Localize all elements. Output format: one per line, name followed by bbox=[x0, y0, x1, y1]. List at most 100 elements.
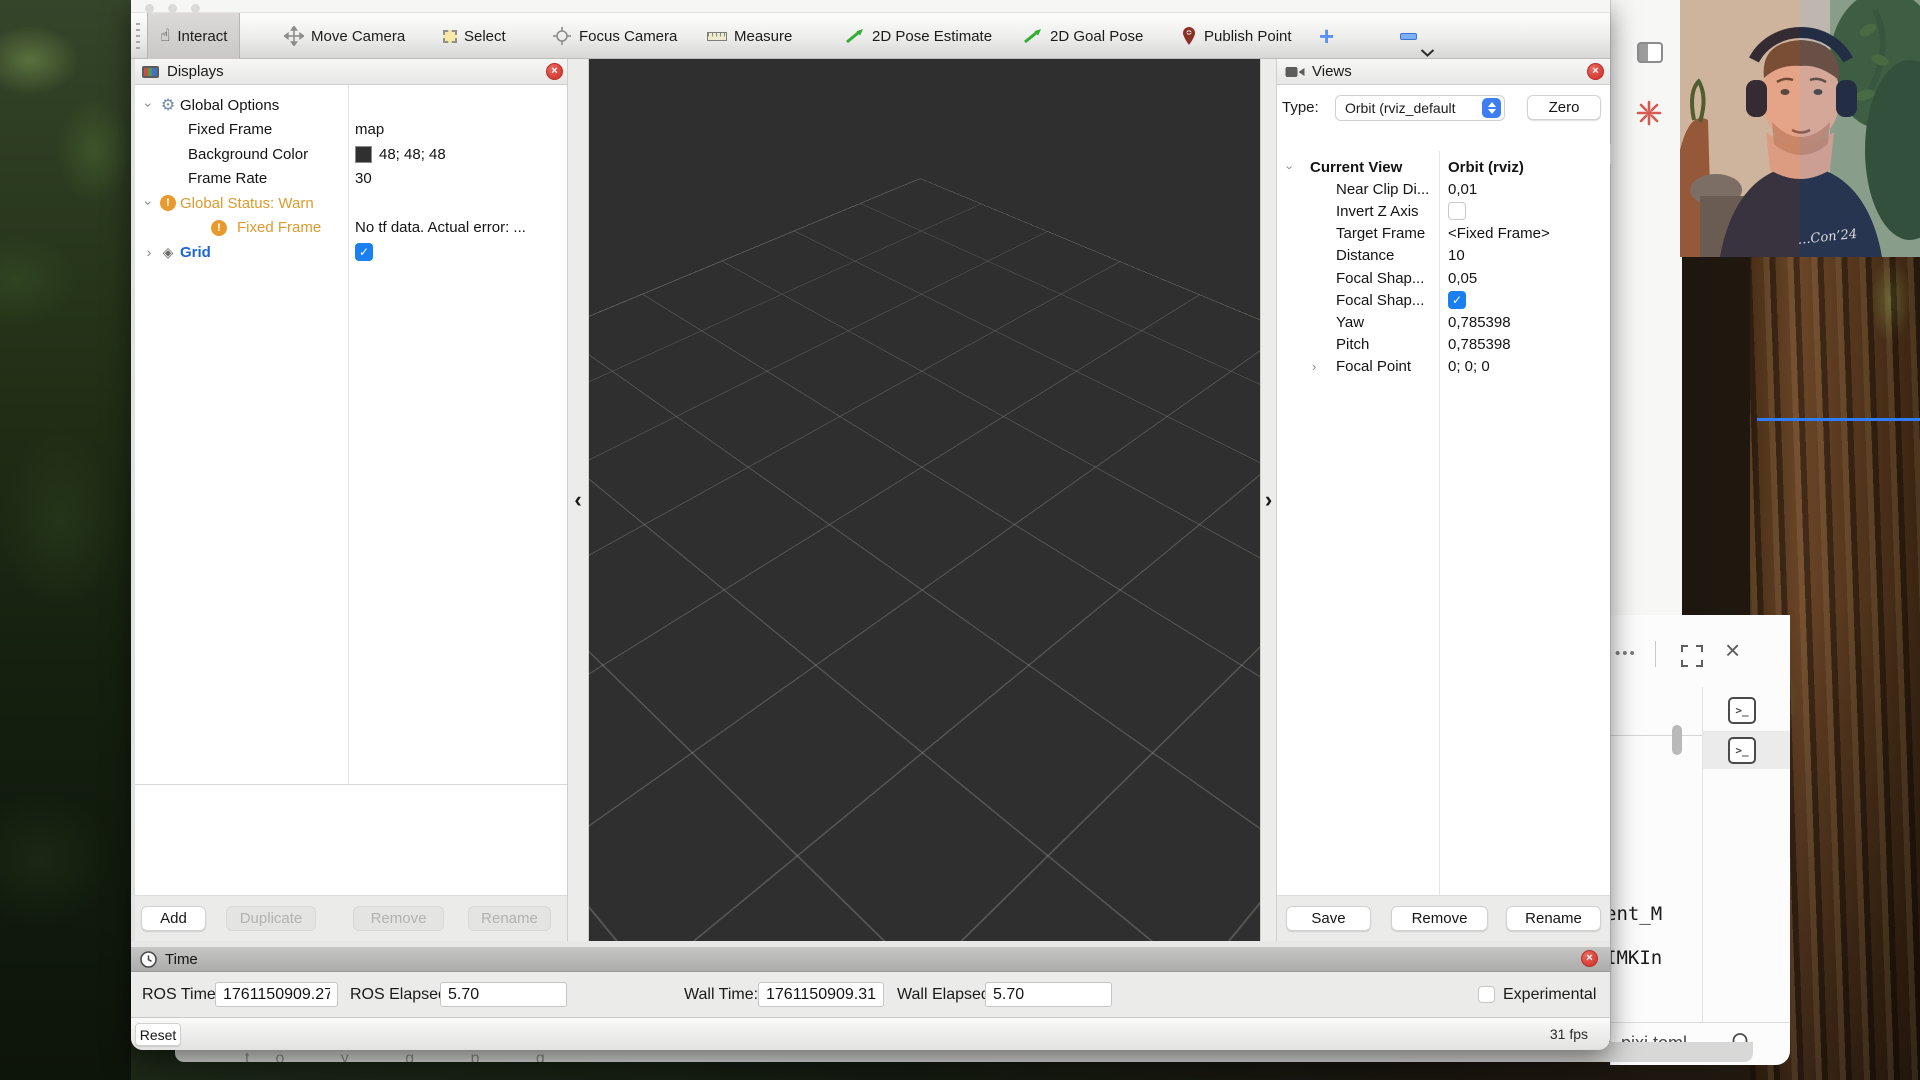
more-actions-icon[interactable]: ••• bbox=[1615, 645, 1637, 662]
reset-button[interactable]: Reset bbox=[135, 1023, 181, 1046]
tool-focus-camera[interactable]: Focus Camera bbox=[540, 13, 689, 59]
tree-row-distance[interactable]: Distance 10 bbox=[1277, 245, 1610, 267]
layout-icon[interactable] bbox=[1637, 42, 1663, 63]
wall-elapsed-input[interactable] bbox=[985, 982, 1112, 1007]
tool-interact[interactable]: ☝ Interact bbox=[147, 13, 240, 59]
row-value[interactable]: <Fixed Frame> bbox=[1448, 225, 1550, 242]
tree-row-fixed-frame[interactable]: Fixed Frame map bbox=[135, 118, 567, 143]
row-value[interactable]: 0; 0; 0 bbox=[1448, 358, 1490, 375]
row-value[interactable] bbox=[1448, 202, 1466, 220]
starburst-icon[interactable] bbox=[1635, 99, 1663, 127]
ros-time-input[interactable] bbox=[215, 982, 338, 1007]
background-window-accent-line bbox=[1757, 418, 1920, 421]
remove-tool-button[interactable] bbox=[1400, 33, 1417, 40]
clipped-text-tops: to y g p g bbox=[245, 1050, 571, 1062]
fullscreen-icon[interactable] bbox=[1679, 643, 1705, 669]
ros-elapsed-input[interactable] bbox=[440, 982, 567, 1007]
scrollbar-thumb[interactable] bbox=[1672, 725, 1682, 755]
tree-row-near-clip[interactable]: Near Clip Di... 0,01 bbox=[1277, 178, 1610, 200]
checkbox-checked[interactable]: ✓ bbox=[1448, 291, 1466, 309]
tree-row-global-status[interactable]: › ! Global Status: Warn bbox=[135, 191, 567, 216]
row-value[interactable]: 48; 48; 48 bbox=[355, 146, 446, 163]
row-label: Invert Z Axis bbox=[1336, 203, 1419, 220]
row-value[interactable]: 30 bbox=[355, 170, 372, 187]
row-value[interactable]: ✓ bbox=[1448, 291, 1466, 309]
tool-2d-pose-estimate[interactable]: 2D Pose Estimate bbox=[833, 13, 1004, 59]
tree-row-fixed-frame-warning[interactable]: ! Fixed Frame No tf data. Actual error: … bbox=[135, 216, 567, 241]
row-value[interactable]: 10 bbox=[1448, 247, 1465, 264]
view-type-dropdown[interactable]: Orbit (rviz_default bbox=[1335, 95, 1505, 121]
tool-publish-point[interactable]: Publish Point bbox=[1169, 13, 1304, 59]
remove-button[interactable]: Remove bbox=[1391, 906, 1488, 931]
traffic-light-dot[interactable] bbox=[145, 4, 154, 13]
rename-button[interactable]: Rename bbox=[1506, 906, 1601, 931]
expander-icon[interactable]: › bbox=[142, 245, 156, 259]
expander-icon[interactable]: › bbox=[1312, 359, 1316, 374]
chevron-down-icon[interactable] bbox=[1420, 49, 1435, 57]
duplicate-button[interactable]: Duplicate bbox=[226, 906, 316, 931]
row-value[interactable]: map bbox=[355, 121, 384, 138]
tree-row-pitch[interactable]: Pitch 0,785398 bbox=[1277, 334, 1610, 356]
add-button[interactable]: Add bbox=[141, 906, 206, 931]
window-titlebar[interactable] bbox=[131, 0, 1610, 13]
right-splitter[interactable]: › bbox=[1260, 59, 1277, 941]
row-value[interactable]: ✓ bbox=[355, 243, 373, 261]
view-type-row: Type: Orbit (rviz_default Zero bbox=[1277, 95, 1610, 123]
tree-row-target-frame[interactable]: Target Frame <Fixed Frame> bbox=[1277, 223, 1610, 245]
row-value[interactable]: 0,785398 bbox=[1448, 314, 1511, 331]
tool-label: 2D Pose Estimate bbox=[872, 28, 992, 45]
wall-time-input[interactable] bbox=[758, 982, 884, 1007]
tree-row-yaw[interactable]: Yaw 0,785398 bbox=[1277, 311, 1610, 333]
tool-measure[interactable]: Measure bbox=[695, 13, 804, 59]
row-value[interactable]: 0,05 bbox=[1448, 270, 1477, 287]
tree-row-frame-rate[interactable]: Frame Rate 30 bbox=[135, 167, 567, 192]
tree-row-invert-z[interactable]: Invert Z Axis bbox=[1277, 200, 1610, 222]
toolbar-drag-handle[interactable] bbox=[136, 23, 140, 49]
time-panel-header[interactable]: Time × bbox=[131, 947, 1610, 972]
views-button-bar: Save Remove Rename bbox=[1277, 895, 1610, 941]
expander-icon[interactable]: › bbox=[142, 196, 156, 210]
desktop: ›› ••• × >_ >_ ent_M IMKIn pi bbox=[0, 0, 1920, 1080]
rename-button[interactable]: Rename bbox=[468, 906, 551, 931]
tree-row-focal-point[interactable]: › Focal Point 0; 0; 0 bbox=[1277, 356, 1610, 378]
traffic-light-dot[interactable] bbox=[168, 4, 177, 13]
displays-button-bar: Add Duplicate Remove Rename bbox=[135, 895, 567, 941]
close-panel-button[interactable]: × bbox=[1581, 950, 1598, 967]
color-swatch[interactable] bbox=[355, 146, 372, 163]
close-icon[interactable]: × bbox=[1725, 635, 1740, 666]
add-tool-button[interactable]: + bbox=[1319, 13, 1334, 59]
displays-panel-header[interactable]: Displays × bbox=[135, 59, 567, 85]
checkbox-checked[interactable]: ✓ bbox=[355, 243, 373, 261]
tool-select[interactable]: Select bbox=[431, 13, 518, 59]
zero-button[interactable]: Zero bbox=[1527, 95, 1601, 120]
grid-display-icon: ◈ bbox=[156, 244, 180, 261]
expander-icon[interactable]: › bbox=[142, 98, 156, 112]
remove-button[interactable]: Remove bbox=[353, 906, 444, 931]
checkbox-unchecked[interactable] bbox=[1448, 202, 1466, 220]
tree-row-current-view[interactable]: › Current View Orbit (rviz) bbox=[1277, 156, 1610, 178]
row-value[interactable]: 0,01 bbox=[1448, 181, 1477, 198]
collapse-left-chevron[interactable]: ‹ bbox=[568, 489, 588, 511]
terminal-icon[interactable]: >_ bbox=[1728, 697, 1756, 724]
collapse-right-chevron[interactable]: › bbox=[1261, 489, 1276, 511]
experimental-checkbox[interactable] bbox=[1478, 986, 1495, 1003]
left-splitter[interactable]: ‹ bbox=[567, 59, 589, 941]
tree-row-background-color[interactable]: Background Color 48; 48; 48 bbox=[135, 142, 567, 167]
traffic-light-dot[interactable] bbox=[191, 4, 200, 13]
experimental-label: Experimental bbox=[1503, 972, 1596, 1017]
tool-2d-goal-pose[interactable]: 2D Goal Pose bbox=[1011, 13, 1155, 59]
expander-icon[interactable]: › bbox=[1283, 165, 1298, 169]
terminal-icon[interactable]: >_ bbox=[1728, 737, 1756, 764]
tool-move-camera[interactable]: Move Camera bbox=[272, 13, 417, 59]
tree-row-focal-shape-size[interactable]: Focal Shap... 0,05 bbox=[1277, 267, 1610, 289]
close-panel-button[interactable]: × bbox=[546, 63, 563, 80]
row-value[interactable]: 0,785398 bbox=[1448, 336, 1511, 353]
tree-row-global-options[interactable]: › ⚙ Global Options bbox=[135, 93, 567, 118]
tree-row-focal-shape-fixed[interactable]: Focal Shap... ✓ bbox=[1277, 289, 1610, 311]
views-panel-header[interactable]: Views × bbox=[1277, 59, 1610, 85]
time-panel-body: ROS Time: ROS Elapsed: Wall Time: Wall E… bbox=[131, 972, 1610, 1017]
save-button[interactable]: Save bbox=[1286, 906, 1371, 931]
tree-row-grid[interactable]: › ◈ Grid ✓ bbox=[135, 240, 567, 265]
3d-viewport[interactable] bbox=[589, 59, 1260, 941]
close-panel-button[interactable]: × bbox=[1587, 63, 1604, 80]
